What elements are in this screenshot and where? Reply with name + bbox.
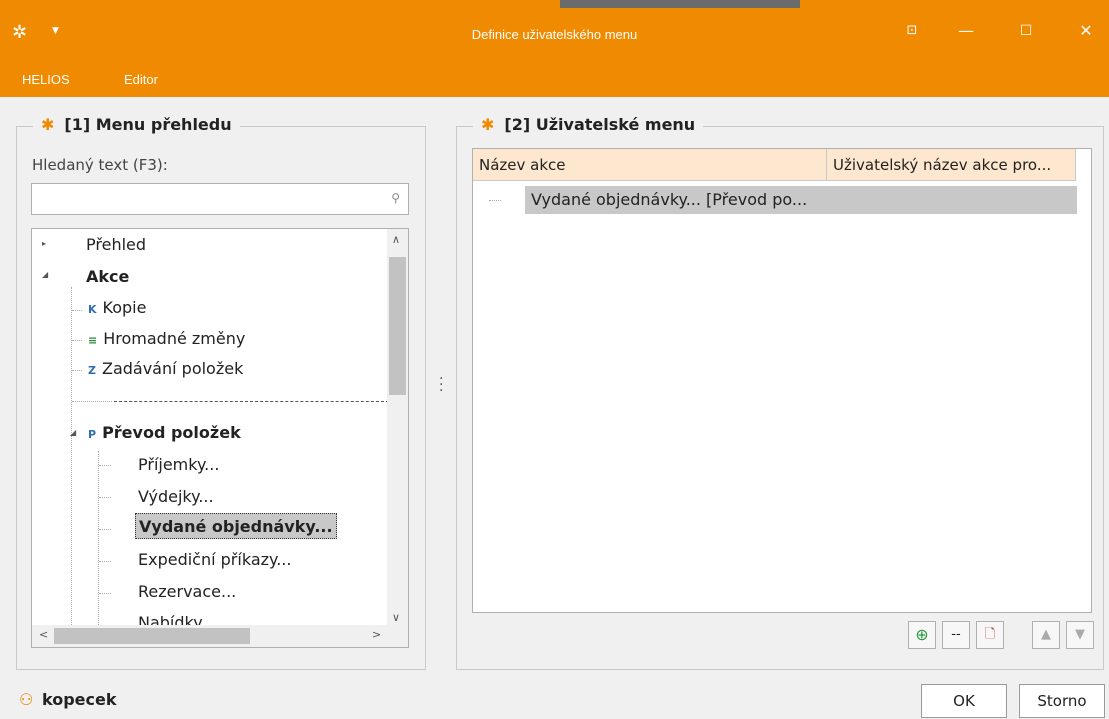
column-uzivatelsky-nazev[interactable]: Uživatelský název akce pro... xyxy=(827,149,1076,181)
scroll-left-icon[interactable]: < xyxy=(39,628,48,641)
hromadne-zmeny-icon: ≡ xyxy=(88,334,98,347)
title-bar: ✲ ▼ Definice uživatelského menu ⊡ — ☐ ✕ … xyxy=(0,0,1109,97)
tree-item-akce[interactable]: Akce xyxy=(86,264,129,290)
delete-item-button[interactable]: 🗋 xyxy=(976,621,1004,649)
tree-item-prijemky[interactable]: Příjemky... xyxy=(138,452,219,478)
tree-item-zadavani-polozek[interactable]: Z Zadávání položek xyxy=(88,356,243,382)
menu-separator[interactable] xyxy=(114,401,389,402)
tree-item-vydane-objednavky[interactable]: Vydané objednávky... xyxy=(135,513,337,539)
vertical-scroll-thumb[interactable] xyxy=(389,257,406,395)
menu-editor[interactable]: Editor xyxy=(124,72,158,87)
add-separator-button[interactable]: -- xyxy=(942,621,970,649)
user-menu-grid[interactable]: Název akce Uživatelský název akce pro...… xyxy=(472,148,1092,613)
group-star-icon: ✱ xyxy=(481,115,495,134)
window-title: Definice uživatelského menu xyxy=(471,27,638,42)
search-label: Hledaný text (F3): xyxy=(32,156,168,174)
expand-prehled-icon[interactable]: ▸ xyxy=(42,239,46,248)
grid-row[interactable]: Vydané objednávky... [Převod po... xyxy=(525,186,1077,214)
horizontal-scroll-thumb[interactable] xyxy=(54,628,250,644)
tree-item-rezervace[interactable]: Rezervace... xyxy=(138,579,236,605)
move-down-button[interactable]: ▼ xyxy=(1066,621,1094,649)
background-window-strip xyxy=(560,0,800,8)
tree-item-prehled[interactable]: Přehled xyxy=(86,232,146,258)
prevod-icon: P xyxy=(88,428,97,441)
panel-splitter-handle[interactable]: · · · xyxy=(439,372,443,398)
maximize-button[interactable]: ☐ xyxy=(1006,16,1046,46)
minimize-button[interactable]: — xyxy=(946,16,986,46)
search-input[interactable]: ⚲ xyxy=(31,183,409,215)
group-title: [1] Menu přehledu xyxy=(64,115,232,134)
menu-helios[interactable]: HELIOS xyxy=(22,72,70,87)
cancel-button[interactable]: Storno xyxy=(1019,684,1105,718)
collapse-prevod-icon[interactable]: ◢ xyxy=(70,428,76,437)
group-star-icon: ✱ xyxy=(41,115,55,134)
tree-vertical-scrollbar[interactable]: ∧ ∨ xyxy=(387,229,408,627)
close-button[interactable]: ✕ xyxy=(1066,16,1106,46)
move-up-button[interactable]: ▲ xyxy=(1032,621,1060,649)
zadavani-icon: Z xyxy=(88,364,96,377)
pin-button[interactable]: ⊡ xyxy=(892,16,932,46)
tree-item-prevod-polozek[interactable]: P Převod položek xyxy=(88,420,241,446)
current-user: kopecek xyxy=(42,690,117,709)
user-icon: ⚇ xyxy=(19,690,34,709)
scroll-up-icon[interactable]: ∧ xyxy=(392,233,400,246)
kopie-icon: K xyxy=(88,303,97,316)
column-nazev-akce[interactable]: Název akce xyxy=(473,149,827,181)
ok-button[interactable]: OK xyxy=(921,684,1007,718)
collapse-akce-icon[interactable]: ◢ xyxy=(42,270,48,279)
add-item-button[interactable]: ⊕ xyxy=(908,621,936,649)
scroll-down-icon[interactable]: ∨ xyxy=(392,611,400,624)
menu-tree[interactable]: ▸ Přehled ◢ Akce K Kopie ≡ Hromadné změny … xyxy=(31,228,409,648)
tree-item-hromadne-zmeny[interactable]: ≡ Hromadné změny xyxy=(88,326,245,352)
tree-item-expedicni-prikazy[interactable]: Expediční příkazy... xyxy=(138,547,291,573)
tree-horizontal-scrollbar[interactable]: < > xyxy=(32,625,408,647)
search-icon[interactable]: ⚲ xyxy=(391,191,400,205)
tree-item-kopie[interactable]: K Kopie xyxy=(88,295,146,321)
tree-item-vydejky[interactable]: Výdejky... xyxy=(138,484,214,510)
group-title: [2] Uživatelské menu xyxy=(504,115,696,134)
scroll-right-icon[interactable]: > xyxy=(372,628,381,641)
